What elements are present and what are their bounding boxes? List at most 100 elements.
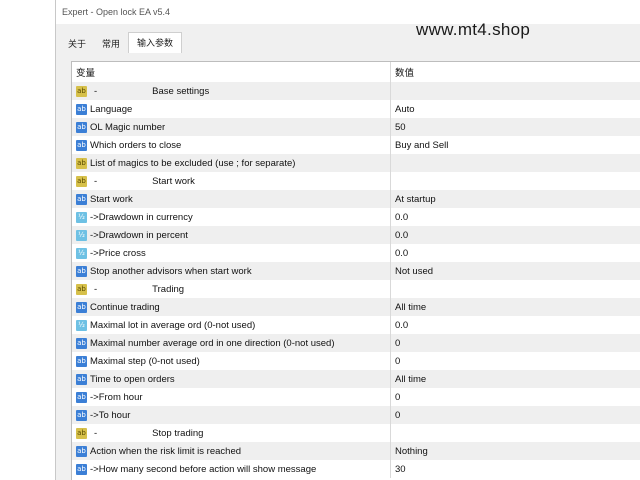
string-icon: ab [76, 283, 87, 295]
parameter-name: ->Drawdown in currency [90, 211, 193, 223]
enum-icon: ab [76, 265, 87, 277]
parameter-name-cell: ab Stop another advisors when start work [72, 262, 391, 280]
tab-inputs[interactable]: 输入参数 [128, 32, 183, 53]
number-icon: ½ [76, 319, 87, 331]
parameter-name-cell: ab Language [72, 100, 391, 118]
enum-icon: ab [76, 409, 87, 421]
string-icon: ab [76, 85, 87, 97]
enum-icon: ab [76, 373, 87, 385]
parameter-name-cell: ab ->How many second before action will s… [72, 460, 391, 478]
enum-icon: ab [76, 301, 87, 313]
parameter-name-cell: ab Start work [72, 190, 391, 208]
section-row[interactable]: ab - Stop trading [72, 424, 640, 442]
section-row[interactable]: ab - Trading [72, 280, 640, 298]
parameter-row[interactable]: ab Start work At startup [72, 190, 640, 208]
parameter-row[interactable]: ½ ->Drawdown in percent 0.0 [72, 226, 640, 244]
parameter-value[interactable]: 0 [391, 356, 640, 367]
expert-properties-window: Expert - Open lock EA v5.4 关于 常用 输入参数 ww… [55, 0, 640, 480]
parameter-name-cell: ½ ->Price cross [72, 244, 391, 262]
parameter-row[interactable]: ab Maximal number average ord in one dire… [72, 334, 640, 352]
parameter-name: Language [90, 103, 133, 115]
section-row[interactable]: ab - Base settings [72, 82, 640, 100]
parameter-value[interactable]: 30 [391, 464, 640, 475]
parameter-row[interactable]: ab OL Magic number 50 [72, 118, 640, 136]
window-title: Expert - Open lock EA v5.4 [56, 0, 640, 24]
tab-strip: 关于 常用 输入参数 [60, 32, 183, 53]
parameter-name-cell: ab Action when the risk limit is reached [72, 442, 391, 460]
parameter-value[interactable]: 0 [391, 338, 640, 349]
parameter-name-cell: ab Continue trading [72, 298, 391, 316]
parameter-value[interactable]: 50 [391, 122, 640, 133]
parameter-value[interactable]: At startup [391, 194, 640, 205]
parameter-name-cell: ab - Stop trading [72, 424, 391, 442]
parameter-value[interactable]: 0.0 [391, 230, 640, 241]
parameter-name: ->Drawdown in percent [90, 229, 188, 241]
parameter-name: List of magics to be excluded (use ; for… [90, 157, 296, 169]
parameter-value[interactable]: 0 [391, 392, 640, 403]
enum-icon: ab [76, 391, 87, 403]
parameter-row[interactable]: ½ ->Price cross 0.0 [72, 244, 640, 262]
parameter-row[interactable]: ab Maximal step (0-not used) 0 [72, 352, 640, 370]
watermark-text: www.mt4.shop [416, 20, 531, 39]
parameter-name-cell: ab - Base settings [72, 82, 391, 100]
enum-icon: ab [76, 445, 87, 457]
parameter-row[interactable]: ab ->From hour 0 [72, 388, 640, 406]
parameter-name-cell: ab - Trading [72, 280, 391, 298]
parameter-name: Time to open orders [90, 373, 175, 385]
number-icon: ½ [76, 211, 87, 223]
tab-common[interactable]: 常用 [94, 35, 128, 53]
parameter-row[interactable]: ½ ->Drawdown in currency 0.0 [72, 208, 640, 226]
parameter-value[interactable]: 0 [391, 410, 640, 421]
parameter-row[interactable]: ab ->How many second before action will s… [72, 460, 640, 478]
parameter-name: OL Magic number [90, 121, 166, 133]
parameter-value[interactable]: 0.0 [391, 320, 640, 331]
parameter-row[interactable]: ab Language Auto [72, 100, 640, 118]
parameter-value[interactable]: All time [391, 302, 640, 313]
parameter-row[interactable]: ab Continue trading All time [72, 298, 640, 316]
parameter-name: Action when the risk limit is reached [90, 445, 242, 457]
parameter-row[interactable]: ½ Maximal lot in average ord (0-not used)… [72, 316, 640, 334]
tab-about[interactable]: 关于 [60, 35, 94, 53]
parameter-row[interactable]: ab List of magics to be excluded (use ; f… [72, 154, 640, 172]
parameter-value[interactable]: 0.0 [391, 212, 640, 223]
section-row[interactable]: ab - Start work [72, 172, 640, 190]
enum-icon: ab [76, 103, 87, 115]
parameter-name: Continue trading [90, 301, 160, 313]
column-header-value[interactable]: 数值 [391, 65, 640, 79]
parameter-row[interactable]: ab ->To hour 0 [72, 406, 640, 424]
number-icon: ½ [76, 247, 87, 259]
parameter-value[interactable]: Buy and Sell [391, 140, 640, 151]
enum-icon: ab [76, 337, 87, 349]
section-title: Base settings [152, 85, 210, 97]
parameter-name-cell: ab ->From hour [72, 388, 391, 406]
parameter-value[interactable]: Auto [391, 104, 640, 115]
parameter-value[interactable]: 0.0 [391, 248, 640, 259]
string-icon: ab [76, 175, 87, 187]
parameter-name: Maximal step (0-not used) [90, 355, 200, 367]
parameter-row[interactable]: ab Action when the risk limit is reached N… [72, 442, 640, 460]
enum-icon: ab [76, 193, 87, 205]
parameter-value[interactable]: Not used [391, 266, 640, 277]
parameter-name-cell: ab OL Magic number [72, 118, 391, 136]
parameter-name: Which orders to close [90, 139, 182, 151]
parameter-name: Maximal lot in average ord (0-not used) [90, 319, 256, 331]
section-title: Start work [152, 175, 195, 187]
parameter-name: Maximal number average ord in one direct… [90, 337, 335, 349]
parameter-row[interactable]: ab Stop another advisors when start work N… [72, 262, 640, 280]
column-header-variable[interactable]: 变量 [72, 62, 391, 82]
number-icon: ½ [76, 229, 87, 241]
parameter-name: ->From hour [90, 391, 143, 403]
parameter-value[interactable]: Nothing [391, 446, 640, 457]
grid-header: 变量 数值 [72, 62, 640, 82]
string-icon: ab [76, 157, 87, 169]
parameter-name-cell: ab Which orders to close [72, 136, 391, 154]
parameter-value[interactable]: All time [391, 374, 640, 385]
parameter-name: ->How many second before action will sho… [90, 463, 317, 475]
parameter-row[interactable]: ab Time to open orders All time [72, 370, 640, 388]
enum-icon: ab [76, 355, 87, 367]
parameter-row[interactable]: ab Which orders to close Buy and Sell [72, 136, 640, 154]
grid-rows: ab - Base settings ab Language Auto ab OL Magic… [72, 82, 640, 478]
parameter-name-cell: ab List of magics to be excluded (use ; f… [72, 154, 391, 172]
enum-icon: ab [76, 463, 87, 475]
inputs-grid: 变量 数值 ab - Base settings ab Language Auto ab OL… [71, 61, 640, 480]
